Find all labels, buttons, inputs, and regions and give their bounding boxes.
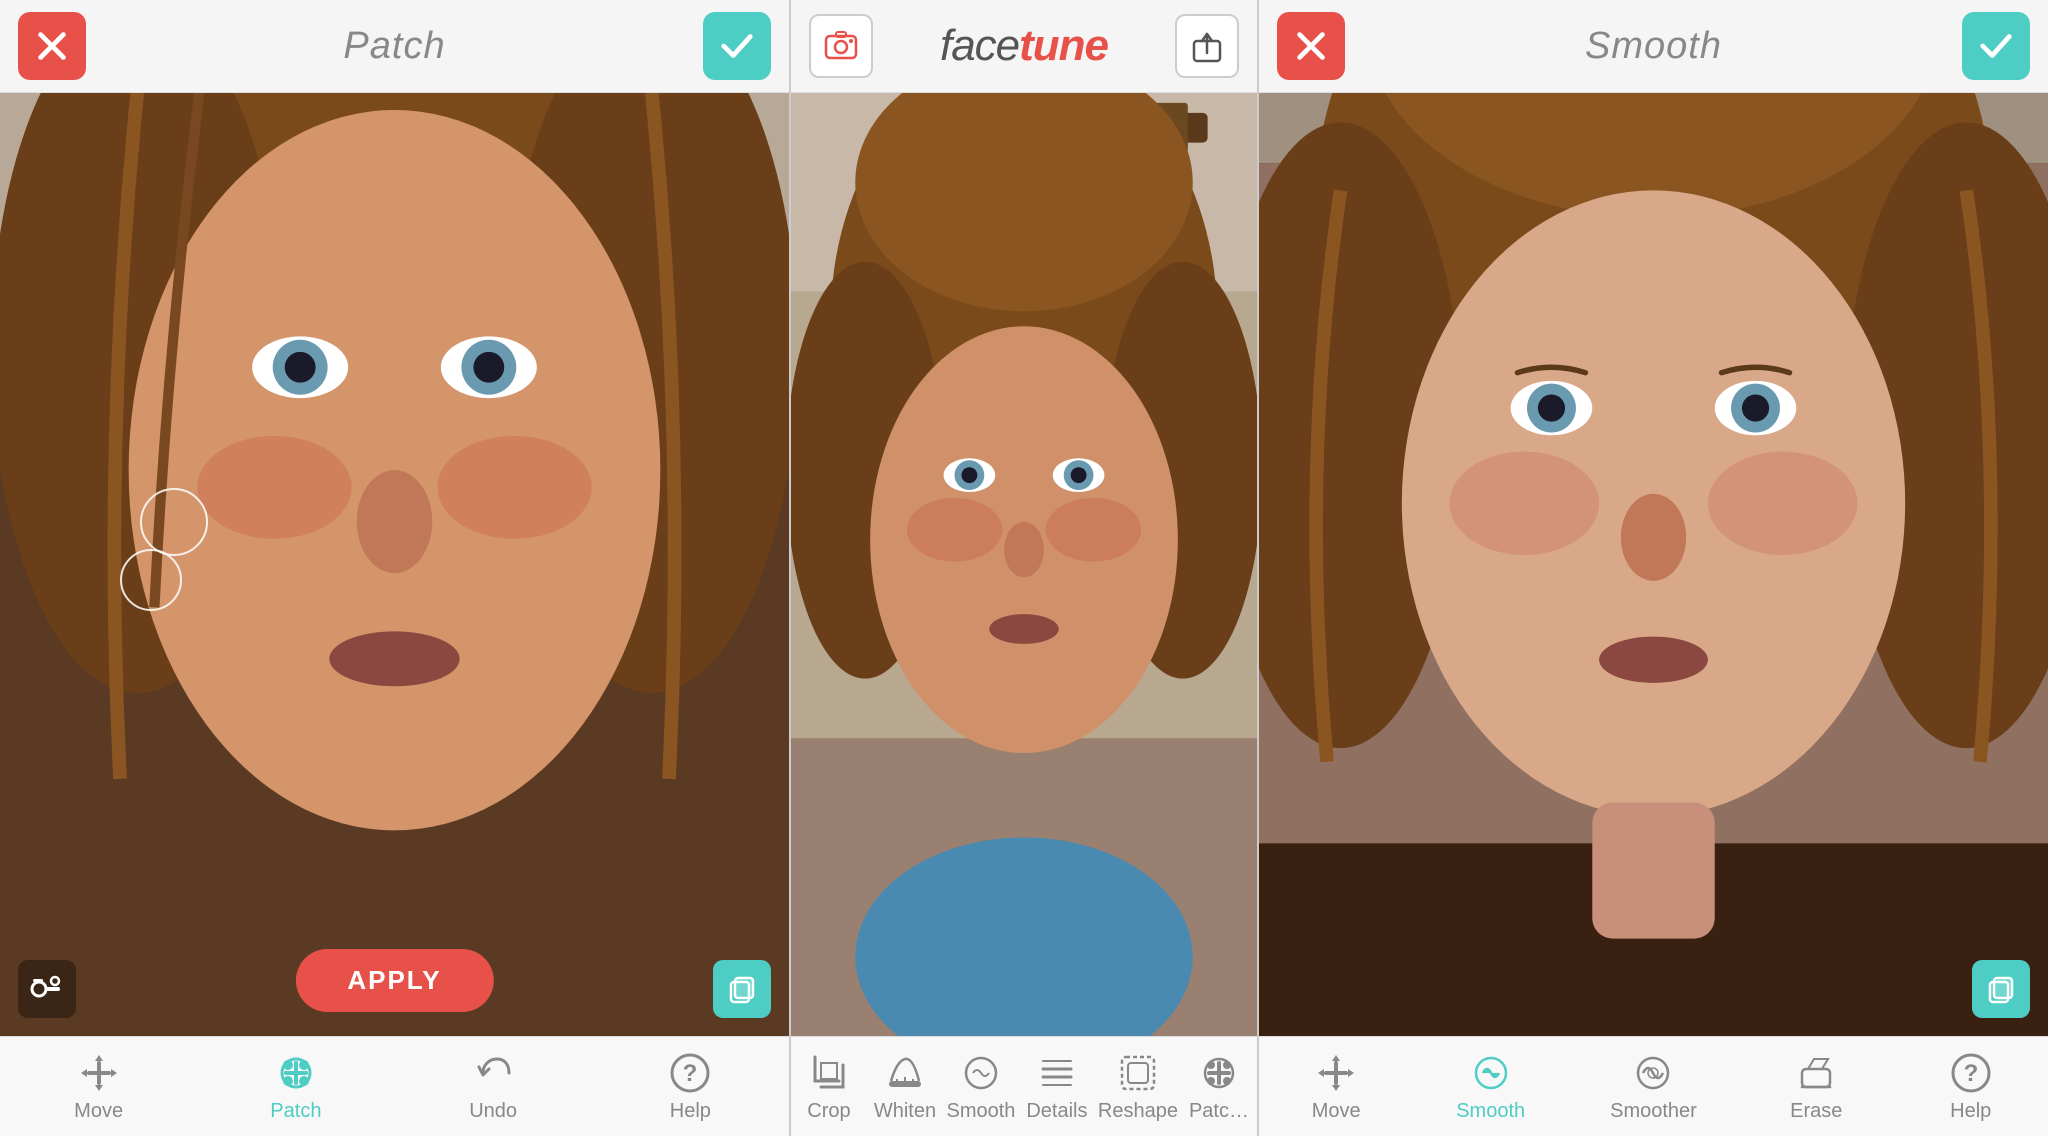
crop-icon [806,1050,852,1096]
help-icon: ? [667,1050,713,1096]
left-toolbar: Move Patch [0,1036,789,1136]
move-icon [76,1050,122,1096]
center-toolbar: Crop Whiten Smoot [791,1036,1257,1136]
whiten-icon [882,1050,928,1096]
center-image-area [791,93,1257,1036]
right-tool-help[interactable]: ? Help [1936,1050,2006,1123]
right-erase-label: Erase [1790,1100,1842,1123]
tool-reshape[interactable]: Reshape [1098,1050,1178,1123]
close-button[interactable] [18,12,86,80]
right-smooth-icon [1468,1050,1514,1096]
smooth-label-center: Smooth [946,1100,1015,1123]
camera-button[interactable] [809,14,873,78]
tool-help[interactable]: ? Help [655,1050,725,1123]
center-header: facetune [791,0,1257,93]
tool-whiten[interactable]: Whiten [870,1050,940,1123]
patch-icon-center [1196,1050,1242,1096]
tool-crop[interactable]: Crop [794,1050,864,1123]
crop-label: Crop [807,1100,850,1123]
right-tool-erase[interactable]: Erase [1781,1050,1851,1123]
undo-icon [470,1050,516,1096]
right-tool-smoother[interactable]: Smoother [1610,1050,1697,1123]
left-panel: Patch [0,0,789,1136]
help-label: Help [670,1100,711,1123]
right-image-area [1259,93,2048,1036]
right-smoother-label: Smoother [1610,1100,1697,1123]
center-panel: facetune [789,0,1259,1136]
right-copy-button[interactable] [1972,960,2030,1018]
right-help-label: Help [1950,1100,1991,1123]
patch-icon [273,1050,319,1096]
share-button[interactable] [1175,14,1239,78]
apply-button[interactable]: APPLY [295,949,493,1012]
right-move-icon [1313,1050,1359,1096]
svg-text:?: ? [683,1060,698,1087]
tool-undo[interactable]: Undo [458,1050,528,1123]
app-logo: facetune [940,21,1108,71]
move-label: Move [74,1100,123,1123]
reshape-label: Reshape [1098,1100,1178,1123]
left-panel-title: Patch [343,25,445,68]
patch-center-label: Patc… [1189,1100,1249,1123]
left-header: Patch [0,0,789,93]
tool-patch-center[interactable]: Patc… [1184,1050,1254,1123]
tool-details[interactable]: Details [1022,1050,1092,1123]
reshape-icon [1115,1050,1161,1096]
right-tool-move[interactable]: Move [1301,1050,1371,1123]
undo-label: Undo [469,1100,517,1123]
right-help-icon: ? [1948,1050,1994,1096]
right-move-label: Move [1312,1100,1361,1123]
details-icon [1034,1050,1080,1096]
left-image-area: APPLY [0,93,789,1036]
whiten-label: Whiten [874,1100,936,1123]
face-photo-left [0,93,789,1036]
right-panel: Smooth [1259,0,2048,1136]
tool-move[interactable]: Move [64,1050,134,1123]
right-tool-smooth[interactable]: Smooth [1456,1050,1526,1123]
svg-text:?: ? [1963,1060,1978,1087]
right-panel-title: Smooth [1585,25,1722,68]
patch-label: Patch [270,1100,321,1123]
tool-patch[interactable]: Patch [261,1050,331,1123]
right-smooth-label: Smooth [1456,1100,1525,1123]
right-smoother-icon [1630,1050,1676,1096]
adjust-icon-button[interactable] [18,960,76,1018]
right-header: Smooth [1259,0,2048,93]
copy-icon-button[interactable] [713,960,771,1018]
right-confirm-button[interactable] [1962,12,2030,80]
right-toolbar: Move Smooth Smoother [1259,1036,2048,1136]
tool-smooth-center[interactable]: Smooth [946,1050,1016,1123]
right-erase-icon [1793,1050,1839,1096]
confirm-button[interactable] [703,12,771,80]
details-label: Details [1026,1100,1087,1123]
right-close-button[interactable] [1277,12,1345,80]
smooth-icon-center [958,1050,1004,1096]
